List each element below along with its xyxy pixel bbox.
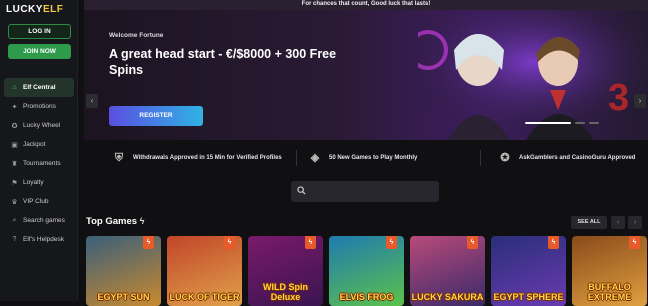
- perk-item: ✪ AskGamblers and CasinoGuru Approved: [498, 146, 635, 170]
- game-tile[interactable]: ϟ LUCK OF TIGER: [167, 236, 242, 306]
- hero-banner: 3 ‹ › Welcome Fortune A great head start…: [84, 10, 648, 140]
- game-search-input[interactable]: [291, 181, 439, 202]
- game-tile[interactable]: ϟ WILD Spin Deluxe: [248, 236, 323, 306]
- sidebar-item-elf-central[interactable]: ⌂ Elf Central: [4, 78, 74, 97]
- hero-prev-arrow[interactable]: ‹: [86, 94, 98, 108]
- login-button[interactable]: LOG IN: [8, 24, 71, 39]
- lightning-badge-icon: ϟ: [467, 236, 478, 249]
- sidebar-item-loyalty[interactable]: ⚑ Loyalty: [4, 173, 74, 192]
- sidebar: LUCKYELF LOG IN JOIN NOW ⌂ Elf Central ✦ Pr…: [0, 0, 78, 301]
- sidebar-item-label: Tournaments: [23, 160, 61, 167]
- sidebar-item-vip-club[interactable]: ♛ VIP Club: [4, 192, 74, 211]
- hero-next-arrow[interactable]: ›: [634, 94, 646, 108]
- see-all-button[interactable]: SEE ALL: [571, 216, 607, 229]
- register-button[interactable]: REGISTER: [109, 106, 203, 126]
- sidebar-item-label: Lucky Wheel: [23, 122, 61, 129]
- sidebar-item-tournaments[interactable]: ♜ Tournaments: [4, 154, 74, 173]
- sidebar-item-label: Elf Central: [23, 84, 56, 91]
- hero-illustration: 3: [418, 10, 648, 140]
- lightning-badge-icon: ϟ: [629, 236, 640, 249]
- search-icon: ⌕: [12, 216, 17, 224]
- sidebar-item-label: Jackpot: [23, 141, 46, 148]
- sidebar-nav: ⌂ Elf Central ✦ Promotions ✪ Lucky Wheel ▣ Jack…: [4, 78, 74, 249]
- sidebar-item-promotions[interactable]: ✦ Promotions: [4, 97, 74, 116]
- game-title: WILD Spin Deluxe: [263, 282, 308, 302]
- lightning-badge-icon: ϟ: [548, 236, 559, 249]
- help-icon: ?: [12, 236, 17, 243]
- hero-welcome: Welcome Fortune: [109, 32, 164, 39]
- sidebar-item-label: Promotions: [23, 103, 56, 110]
- crown-icon: ♛: [11, 198, 18, 206]
- hero-headline: A great head start - €/$8000 + 300 Free …: [109, 47, 337, 77]
- sidebar-item-jackpot[interactable]: ▣ Jackpot: [4, 135, 74, 154]
- sidebar-item-label: VIP Club: [23, 198, 49, 205]
- svg-text:3: 3: [608, 77, 629, 119]
- game-tile[interactable]: ϟ LUCKY SAKURA: [410, 236, 485, 306]
- sidebar-item-label: Loyalty: [23, 179, 44, 186]
- jackpot-icon: ▣: [11, 141, 18, 149]
- section-title: Top Games ϟ: [86, 216, 145, 227]
- flag-icon: ⚑: [11, 179, 18, 187]
- games-next-button[interactable]: ›: [628, 216, 642, 229]
- games-prev-button[interactable]: ‹: [611, 216, 625, 229]
- home-icon: ⌂: [12, 84, 17, 91]
- game-tile[interactable]: ϟ EGYPT SPHERE: [491, 236, 566, 306]
- game-tile[interactable]: ϟ BUFFALO EXTREME: [572, 236, 647, 306]
- lightning-badge-icon: ϟ: [224, 236, 235, 249]
- badge-icon: ✪: [500, 152, 510, 164]
- sidebar-item-label: Elf's Helpdesk: [23, 236, 64, 243]
- sidebar-item-elf-s-helpdesk[interactable]: ? Elf's Helpdesk: [4, 230, 74, 249]
- join-now-button[interactable]: JOIN NOW: [8, 44, 71, 59]
- search-icon: [297, 186, 306, 195]
- lightning-badge-icon: ϟ: [386, 236, 397, 249]
- trophy-icon: ♜: [11, 160, 18, 168]
- gift-icon: ✦: [11, 103, 18, 111]
- game-tile[interactable]: ϟ EGYPT SUN: [86, 236, 161, 306]
- perk-item: ◈ 50 New Games to Play Monthly: [308, 146, 418, 170]
- game-tiles: ϟ EGYPT SUN ϟ LUCK OF TIGER ϟ WILD Spin Delux…: [86, 236, 647, 306]
- carousel-dot-active[interactable]: [525, 122, 571, 124]
- dice-icon: ◈: [310, 152, 320, 164]
- wheel-icon: ✪: [11, 122, 18, 130]
- perk-item: ⛨ Withdrawals Approved in 15 Min for Ver…: [112, 146, 292, 170]
- game-tile[interactable]: ϟ ELVIS FROG: [329, 236, 404, 306]
- sidebar-item-search-games[interactable]: ⌕ Search games: [4, 211, 74, 230]
- carousel-dot[interactable]: [575, 122, 585, 124]
- lightning-icon: ϟ: [139, 216, 145, 226]
- sidebar-item-label: Search games: [23, 217, 65, 224]
- game-title: BUFFALO EXTREME: [587, 282, 632, 302]
- carousel-dot[interactable]: [589, 122, 599, 124]
- shield-icon: ⛨: [114, 152, 124, 164]
- lightning-badge-icon: ϟ: [305, 236, 316, 249]
- logo[interactable]: LUCKYELF: [6, 4, 63, 15]
- sidebar-item-lucky-wheel[interactable]: ✪ Lucky Wheel: [4, 116, 74, 135]
- carousel-dots: [525, 122, 599, 124]
- announcement-bar: For chances that count, Good luck that l…: [84, 0, 648, 10]
- perks-bar: ⛨ Withdrawals Approved in 15 Min for Ver…: [84, 146, 648, 170]
- lightning-badge-icon: ϟ: [143, 236, 154, 249]
